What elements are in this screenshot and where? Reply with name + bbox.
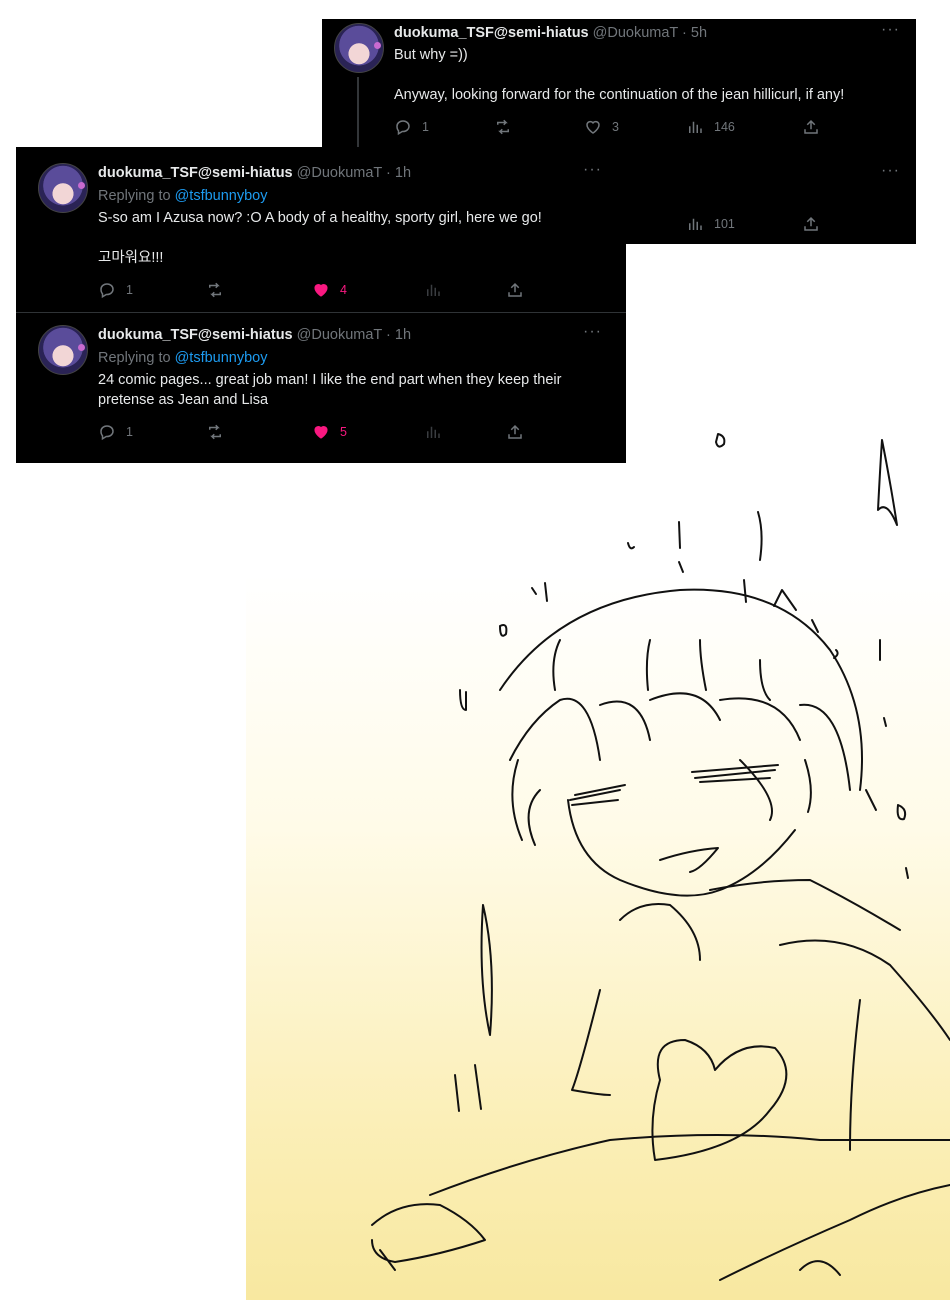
handle-time[interactable]: @DuokumaT · 1h [297,165,411,181]
views-icon [689,218,702,230]
share-button[interactable] [506,281,534,299]
views-button[interactable]: 146 [686,118,735,136]
views-button[interactable] [424,423,452,441]
action-bar: 1 4 [98,281,608,301]
reply-icon [100,425,114,441]
reply-icon [100,283,114,299]
display-name[interactable]: duokuma_TSF@semi-hiatus [98,327,293,343]
views-icon [427,426,440,438]
reply-button[interactable]: 1 [394,118,429,136]
retweet-button[interactable] [494,118,522,136]
view-count: 146 [714,120,735,134]
more-options-icon[interactable]: ··· [583,161,602,179]
share-icon [804,119,818,134]
like-count: 3 [612,120,619,134]
share-icon [508,282,522,297]
view-count: 101 [714,217,735,231]
tweet-text-line: 고마워요!!! [98,250,164,266]
more-options-icon[interactable]: ··· [583,323,602,341]
handle-time[interactable]: @DuokumaT · 1h [297,327,411,343]
reply-icon [396,120,410,136]
heart-icon [314,426,328,439]
views-button[interactable] [424,281,452,299]
like-button[interactable]: 4 [312,281,347,299]
reply-count: 1 [422,120,429,134]
views-button[interactable]: 101 [686,215,735,233]
share-button[interactable] [506,423,534,441]
tweet-text-line: Anyway, looking forward for the continua… [394,87,845,103]
reply-button[interactable]: 1 [98,281,133,299]
retweet-button[interactable] [206,281,234,299]
share-button[interactable] [802,215,830,233]
tweet-3[interactable]: duokuma_TSF@semi-hiatus @DuokumaT · 1h ·… [16,151,626,313]
reply-mention-link[interactable]: @tsfbunnyboy [175,188,268,204]
tweet-1[interactable]: duokuma_TSF@semi-hiatus @DuokumaT · 5h ·… [322,19,916,147]
retweet-icon [497,119,509,135]
like-button[interactable]: 5 [312,423,347,441]
avatar[interactable] [334,23,384,73]
tweet-text-line: S-so am I Azusa now? :O A body of a heal… [98,210,542,226]
tweet-text-line: pretense as Jean and Lisa [98,392,269,408]
views-icon [427,284,440,296]
tweet-text-line: But why =)) [394,47,468,63]
like-count: 4 [340,283,347,297]
reply-count: 1 [126,425,133,439]
reply-button[interactable]: 1 [98,423,133,441]
share-icon [804,216,818,231]
more-options-icon[interactable]: ··· [881,162,900,180]
like-count: 5 [340,425,347,439]
share-button[interactable] [802,118,830,136]
heart-icon [314,284,328,297]
reply-count: 1 [126,283,133,297]
display-name[interactable]: duokuma_TSF@semi-hiatus [394,25,589,41]
heart-icon [586,120,600,134]
retweet-icon [209,424,221,440]
tweet-4[interactable]: duokuma_TSF@semi-hiatus @DuokumaT · 1h ·… [16,313,626,457]
more-options-icon[interactable]: ··· [881,21,900,39]
avatar[interactable] [38,325,88,375]
action-bar: 1 3 146 [394,118,904,138]
retweet-icon [209,282,221,298]
avatar[interactable] [38,163,88,213]
tweet-card-front: duokuma_TSF@semi-hiatus @DuokumaT · 1h ·… [16,147,626,463]
action-bar: 1 5 [98,423,608,443]
share-icon [508,424,522,439]
handle-time[interactable]: @DuokumaT · 5h [593,25,707,41]
tweet-text-line: 24 comic pages... great job man! I like … [98,372,562,388]
replying-label: Replying to [98,350,171,366]
views-icon [689,121,702,133]
like-button[interactable]: 3 [584,118,619,136]
replying-label: Replying to [98,188,171,204]
reply-mention-link[interactable]: @tsfbunnyboy [175,350,268,366]
display-name[interactable]: duokuma_TSF@semi-hiatus [98,165,293,181]
retweet-button[interactable] [206,423,234,441]
